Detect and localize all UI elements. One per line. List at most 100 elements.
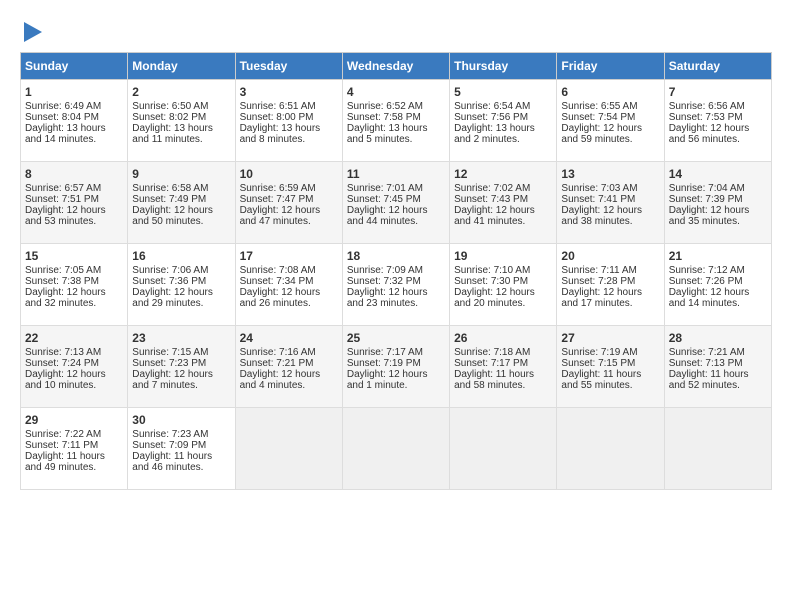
sunset-text: Sunset: 7:39 PM — [669, 194, 743, 205]
sunset-text: Sunset: 7:19 PM — [347, 358, 421, 369]
calendar-cell: 21Sunrise: 7:12 AMSunset: 7:26 PMDayligh… — [664, 244, 771, 326]
sunrise-text: Sunrise: 6:51 AM — [240, 101, 316, 112]
day-number: 10 — [240, 167, 338, 181]
calendar-cell: 7Sunrise: 6:56 AMSunset: 7:53 PMDaylight… — [664, 80, 771, 162]
day-number: 12 — [454, 167, 552, 181]
calendar-cell — [342, 408, 449, 490]
sunrise-text: Sunrise: 7:04 AM — [669, 183, 745, 194]
daylight-text: Daylight: 12 hours and 29 minutes. — [132, 287, 213, 309]
daylight-text: Daylight: 12 hours and 32 minutes. — [25, 287, 106, 309]
day-number: 4 — [347, 85, 445, 99]
sunset-text: Sunset: 7:47 PM — [240, 194, 314, 205]
daylight-text: Daylight: 12 hours and 47 minutes. — [240, 205, 321, 227]
sunset-text: Sunset: 7:49 PM — [132, 194, 206, 205]
calendar-week-row: 22Sunrise: 7:13 AMSunset: 7:24 PMDayligh… — [21, 326, 772, 408]
day-number: 29 — [25, 413, 123, 427]
sunrise-text: Sunrise: 7:08 AM — [240, 265, 316, 276]
calendar-cell: 20Sunrise: 7:11 AMSunset: 7:28 PMDayligh… — [557, 244, 664, 326]
sunset-text: Sunset: 8:02 PM — [132, 112, 206, 123]
sunrise-text: Sunrise: 6:49 AM — [25, 101, 101, 112]
daylight-text: Daylight: 12 hours and 1 minute. — [347, 369, 428, 391]
sunset-text: Sunset: 8:00 PM — [240, 112, 314, 123]
calendar-cell: 18Sunrise: 7:09 AMSunset: 7:32 PMDayligh… — [342, 244, 449, 326]
daylight-text: Daylight: 12 hours and 4 minutes. — [240, 369, 321, 391]
day-number: 17 — [240, 249, 338, 263]
daylight-text: Daylight: 13 hours and 2 minutes. — [454, 123, 535, 145]
sunset-text: Sunset: 7:32 PM — [347, 276, 421, 287]
calendar-header-row: SundayMondayTuesdayWednesdayThursdayFrid… — [21, 53, 772, 80]
calendar-week-row: 8 Sunrise: 6:57 AMSunset: 7:51 PM Daylight… — [21, 162, 772, 244]
logo-arrow-icon — [24, 22, 42, 42]
calendar-cell: 22Sunrise: 7:13 AMSunset: 7:24 PMDayligh… — [21, 326, 128, 408]
calendar-cell: 8Sunrise: 6:57 AMSunset: 7:51 PMDaylight… — [21, 162, 128, 244]
calendar-cell — [450, 408, 557, 490]
day-number: 7 — [669, 85, 767, 99]
sunset-text: Sunset: 8:04 PM — [25, 112, 99, 123]
daylight-text: Daylight: 11 hours and 49 minutes. — [25, 451, 105, 473]
sunrise-text: Sunrise: 6:59 AM — [240, 183, 316, 194]
day-number: 14 — [669, 167, 767, 181]
sunrise-text: Sunrise: 7:18 AM — [454, 347, 530, 358]
calendar-cell: 9Sunrise: 6:58 AMSunset: 7:49 PMDaylight… — [128, 162, 235, 244]
day-number: 26 — [454, 331, 552, 345]
sunset-text: Sunset: 7:28 PM — [561, 276, 635, 287]
sunset-text: Sunset: 7:13 PM — [669, 358, 743, 369]
day-number: 18 — [347, 249, 445, 263]
calendar-cell: 2Sunrise: 6:50 AMSunset: 8:02 PMDaylight… — [128, 80, 235, 162]
daylight-text: Daylight: 13 hours and 5 minutes. — [347, 123, 428, 145]
sunrise-text: Sunrise: 7:21 AM — [669, 347, 745, 358]
day-number: 23 — [132, 331, 230, 345]
day-number: 8 — [25, 167, 123, 181]
calendar-day-header: Tuesday — [235, 53, 342, 80]
sunrise-text: Sunrise: 6:57 AM — [25, 183, 101, 194]
daylight-text: Daylight: 12 hours and 59 minutes. — [561, 123, 642, 145]
page-header — [20, 20, 772, 42]
sunrise-text: Sunrise: 6:56 AM — [669, 101, 745, 112]
sunset-text: Sunset: 7:09 PM — [132, 440, 206, 451]
daylight-text: Daylight: 12 hours and 50 minutes. — [132, 205, 213, 227]
sunrise-text: Sunrise: 7:01 AM — [347, 183, 423, 194]
day-number: 9 — [132, 167, 230, 181]
calendar-cell: 12Sunrise: 7:02 AMSunset: 7:43 PMDayligh… — [450, 162, 557, 244]
sunset-text: Sunset: 7:38 PM — [25, 276, 99, 287]
day-number: 24 — [240, 331, 338, 345]
calendar-cell: 24Sunrise: 7:16 AMSunset: 7:21 PMDayligh… — [235, 326, 342, 408]
logo — [20, 20, 42, 42]
calendar-cell: 23Sunrise: 7:15 AMSunset: 7:23 PMDayligh… — [128, 326, 235, 408]
calendar-cell: 13Sunrise: 7:03 AMSunset: 7:41 PMDayligh… — [557, 162, 664, 244]
calendar-cell: 1Sunrise: 6:49 AMSunset: 8:04 PMDaylight… — [21, 80, 128, 162]
calendar-cell: 30Sunrise: 7:23 AMSunset: 7:09 PMDayligh… — [128, 408, 235, 490]
calendar-day-header: Sunday — [21, 53, 128, 80]
calendar-cell: 6Sunrise: 6:55 AMSunset: 7:54 PMDaylight… — [557, 80, 664, 162]
calendar-cell: 28Sunrise: 7:21 AMSunset: 7:13 PMDayligh… — [664, 326, 771, 408]
calendar-day-header: Friday — [557, 53, 664, 80]
sunset-text: Sunset: 7:36 PM — [132, 276, 206, 287]
day-number: 19 — [454, 249, 552, 263]
sunset-text: Sunset: 7:51 PM — [25, 194, 99, 205]
day-number: 5 — [454, 85, 552, 99]
calendar-day-header: Wednesday — [342, 53, 449, 80]
sunrise-text: Sunrise: 7:19 AM — [561, 347, 637, 358]
calendar-day-header: Monday — [128, 53, 235, 80]
daylight-text: Daylight: 13 hours and 11 minutes. — [132, 123, 213, 145]
daylight-text: Daylight: 12 hours and 14 minutes. — [669, 287, 750, 309]
daylight-text: Daylight: 13 hours and 8 minutes. — [240, 123, 321, 145]
sunrise-text: Sunrise: 7:03 AM — [561, 183, 637, 194]
sunrise-text: Sunrise: 7:12 AM — [669, 265, 745, 276]
calendar-cell: 11Sunrise: 7:01 AMSunset: 7:45 PMDayligh… — [342, 162, 449, 244]
day-number: 3 — [240, 85, 338, 99]
day-number: 11 — [347, 167, 445, 181]
sunrise-text: Sunrise: 7:13 AM — [25, 347, 101, 358]
day-number: 15 — [25, 249, 123, 263]
calendar-cell: 15Sunrise: 7:05 AMSunset: 7:38 PMDayligh… — [21, 244, 128, 326]
daylight-text: Daylight: 12 hours and 56 minutes. — [669, 123, 750, 145]
calendar-week-row: 15Sunrise: 7:05 AMSunset: 7:38 PMDayligh… — [21, 244, 772, 326]
sunset-text: Sunset: 7:26 PM — [669, 276, 743, 287]
daylight-text: Daylight: 11 hours and 52 minutes. — [669, 369, 749, 391]
sunrise-text: Sunrise: 7:10 AM — [454, 265, 530, 276]
day-number: 20 — [561, 249, 659, 263]
day-number: 13 — [561, 167, 659, 181]
sunrise-text: Sunrise: 7:16 AM — [240, 347, 316, 358]
daylight-text: Daylight: 12 hours and 10 minutes. — [25, 369, 106, 391]
sunrise-text: Sunrise: 6:52 AM — [347, 101, 423, 112]
